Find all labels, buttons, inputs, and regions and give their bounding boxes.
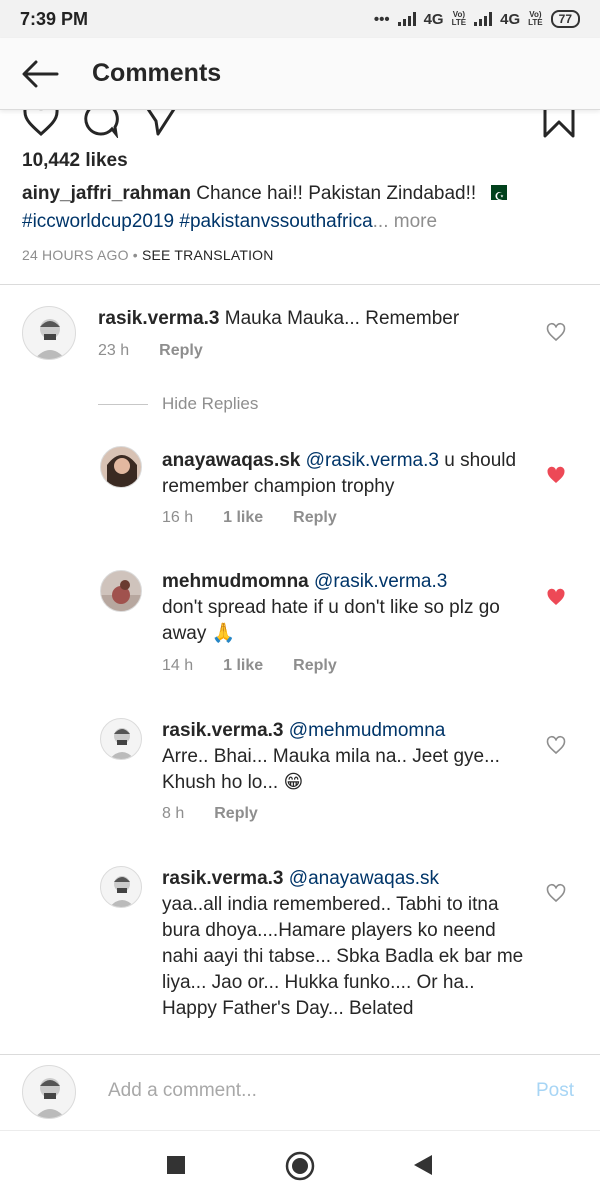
comment-time: 23 h xyxy=(98,342,130,359)
reply-button[interactable]: Reply xyxy=(214,805,258,823)
comment-username[interactable]: rasik.verma.3 xyxy=(98,308,220,329)
pakistan-flag-icon xyxy=(485,183,508,211)
comment-text: rasik.verma.3 @anayawaqas.sk yaa..all in… xyxy=(162,866,532,1022)
comment-footer: 14 h 1 like Reply xyxy=(162,657,337,675)
volte-icon: Vo) LTE xyxy=(451,10,467,27)
avatar[interactable] xyxy=(100,570,142,612)
more-link[interactable]: ... more xyxy=(373,211,437,232)
post-caption: ainy_jaffri_rahman Chance hai!! Pakistan… xyxy=(22,180,582,236)
post-actions xyxy=(0,110,600,138)
comment-username[interactable]: mehmudmomna xyxy=(162,571,309,592)
avatar[interactable] xyxy=(22,306,76,360)
network-type-1: 4G xyxy=(423,10,444,28)
status-bar: 7:39 PM ••• 4G Vo) LTE 4G Vo) LTE 77 xyxy=(0,0,600,38)
my-avatar xyxy=(22,1065,76,1119)
comment-text: rasik.verma.3 @mehmudmomna Arre.. Bhai..… xyxy=(162,718,532,796)
avatar[interactable] xyxy=(100,446,142,488)
heart-filled-icon[interactable] xyxy=(546,465,566,485)
caption-hashtags[interactable]: #iccworldcup2019 #pakistanvssouthafrica xyxy=(22,211,373,232)
heart-filled-icon[interactable] xyxy=(546,587,566,607)
heart-outline-icon[interactable] xyxy=(546,322,566,342)
app-header: Comments xyxy=(0,38,600,110)
comment-content: Mauka Mauka... Remember xyxy=(224,308,460,329)
comment-footer: 16 h 1 like Reply xyxy=(162,509,337,527)
hide-replies-button[interactable]: Hide Replies xyxy=(98,394,258,414)
reply-button[interactable]: Reply xyxy=(293,509,337,527)
comment-mention[interactable]: @anayawaqas.sk xyxy=(289,868,439,889)
comment-text: rasik.verma.3 Mauka Mauka... Remember xyxy=(98,306,538,332)
comment-username[interactable]: anayawaqas.sk xyxy=(162,450,300,471)
add-comment-bar: Add a comment... Post xyxy=(0,1054,600,1130)
post-meta: 24 HOURS AGO • SEE TRANSLATION xyxy=(22,247,274,263)
signal-icon-2 xyxy=(474,12,493,26)
system-nav-bar xyxy=(0,1130,600,1200)
post-time: 24 HOURS AGO xyxy=(22,247,129,263)
comment-likes[interactable]: 1 like xyxy=(223,657,263,675)
divider xyxy=(0,284,600,285)
avatar[interactable] xyxy=(100,718,142,760)
caption-author[interactable]: ainy_jaffri_rahman xyxy=(22,183,191,204)
comment-text: anayawaqas.sk @rasik.verma.3 u should re… xyxy=(162,448,522,500)
more-dots-icon: ••• xyxy=(373,10,390,28)
comment-footer: 23 h Reply xyxy=(98,342,203,360)
bookmark-icon[interactable] xyxy=(540,110,578,138)
page-title: Comments xyxy=(92,59,222,87)
comment-input[interactable]: Add a comment... xyxy=(108,1080,257,1102)
share-icon[interactable] xyxy=(142,110,180,138)
comment-username[interactable]: rasik.verma.3 xyxy=(162,720,284,741)
comment-content: don't spread hate if u don't like so plz… xyxy=(162,597,500,644)
heart-outline-icon[interactable] xyxy=(546,735,566,755)
status-icons: ••• 4G Vo) LTE 4G Vo) LTE 77 xyxy=(374,10,580,28)
comment-mention[interactable]: @mehmudmomna xyxy=(289,720,446,741)
heart-icon[interactable] xyxy=(22,110,60,138)
comment-icon[interactable] xyxy=(82,110,120,138)
comment-time: 8 h xyxy=(162,805,185,822)
comment-username[interactable]: rasik.verma.3 xyxy=(162,868,284,889)
back-triangle-icon[interactable] xyxy=(412,1153,434,1177)
heart-outline-icon[interactable] xyxy=(546,883,566,903)
comment-text: mehmudmomna @rasik.verma.3 don't spread … xyxy=(162,569,542,647)
comment-likes[interactable]: 1 like xyxy=(223,509,263,527)
home-circle-icon[interactable] xyxy=(285,1151,315,1181)
comment-mention[interactable]: @rasik.verma.3 xyxy=(306,450,439,471)
comment-content: Arre.. Bhai... Mauka mila na.. Jeet gye.… xyxy=(162,746,500,793)
arrow-left-icon xyxy=(22,60,59,87)
hide-replies-line xyxy=(98,403,148,405)
volte-icon-2: Vo) LTE xyxy=(528,10,543,27)
likes-count[interactable]: 10,442 likes xyxy=(22,150,128,172)
signal-icon xyxy=(397,12,416,26)
caption-text: Chance hai!! Pakistan Zindabad!! xyxy=(196,183,477,204)
comment-content: yaa..all india remembered.. Tabhi to itn… xyxy=(162,894,524,1019)
status-time: 7:39 PM xyxy=(20,8,89,29)
reply-button[interactable]: Reply xyxy=(293,657,337,675)
back-button[interactable] xyxy=(0,38,80,110)
comment-mention[interactable]: @rasik.verma.3 xyxy=(314,571,447,592)
recents-square-icon[interactable] xyxy=(166,1155,186,1175)
reply-button[interactable]: Reply xyxy=(159,342,203,360)
avatar[interactable] xyxy=(100,866,142,908)
see-translation-link[interactable]: SEE TRANSLATION xyxy=(142,247,274,263)
network-type-2: 4G xyxy=(500,10,521,28)
comment-time: 16 h xyxy=(162,509,194,526)
comment-footer: 8 h Reply xyxy=(162,805,258,823)
hide-replies-label: Hide Replies xyxy=(162,394,259,413)
post-button[interactable]: Post xyxy=(536,1080,574,1102)
comment-time: 14 h xyxy=(162,657,194,674)
battery-icon: 77 xyxy=(550,10,580,28)
